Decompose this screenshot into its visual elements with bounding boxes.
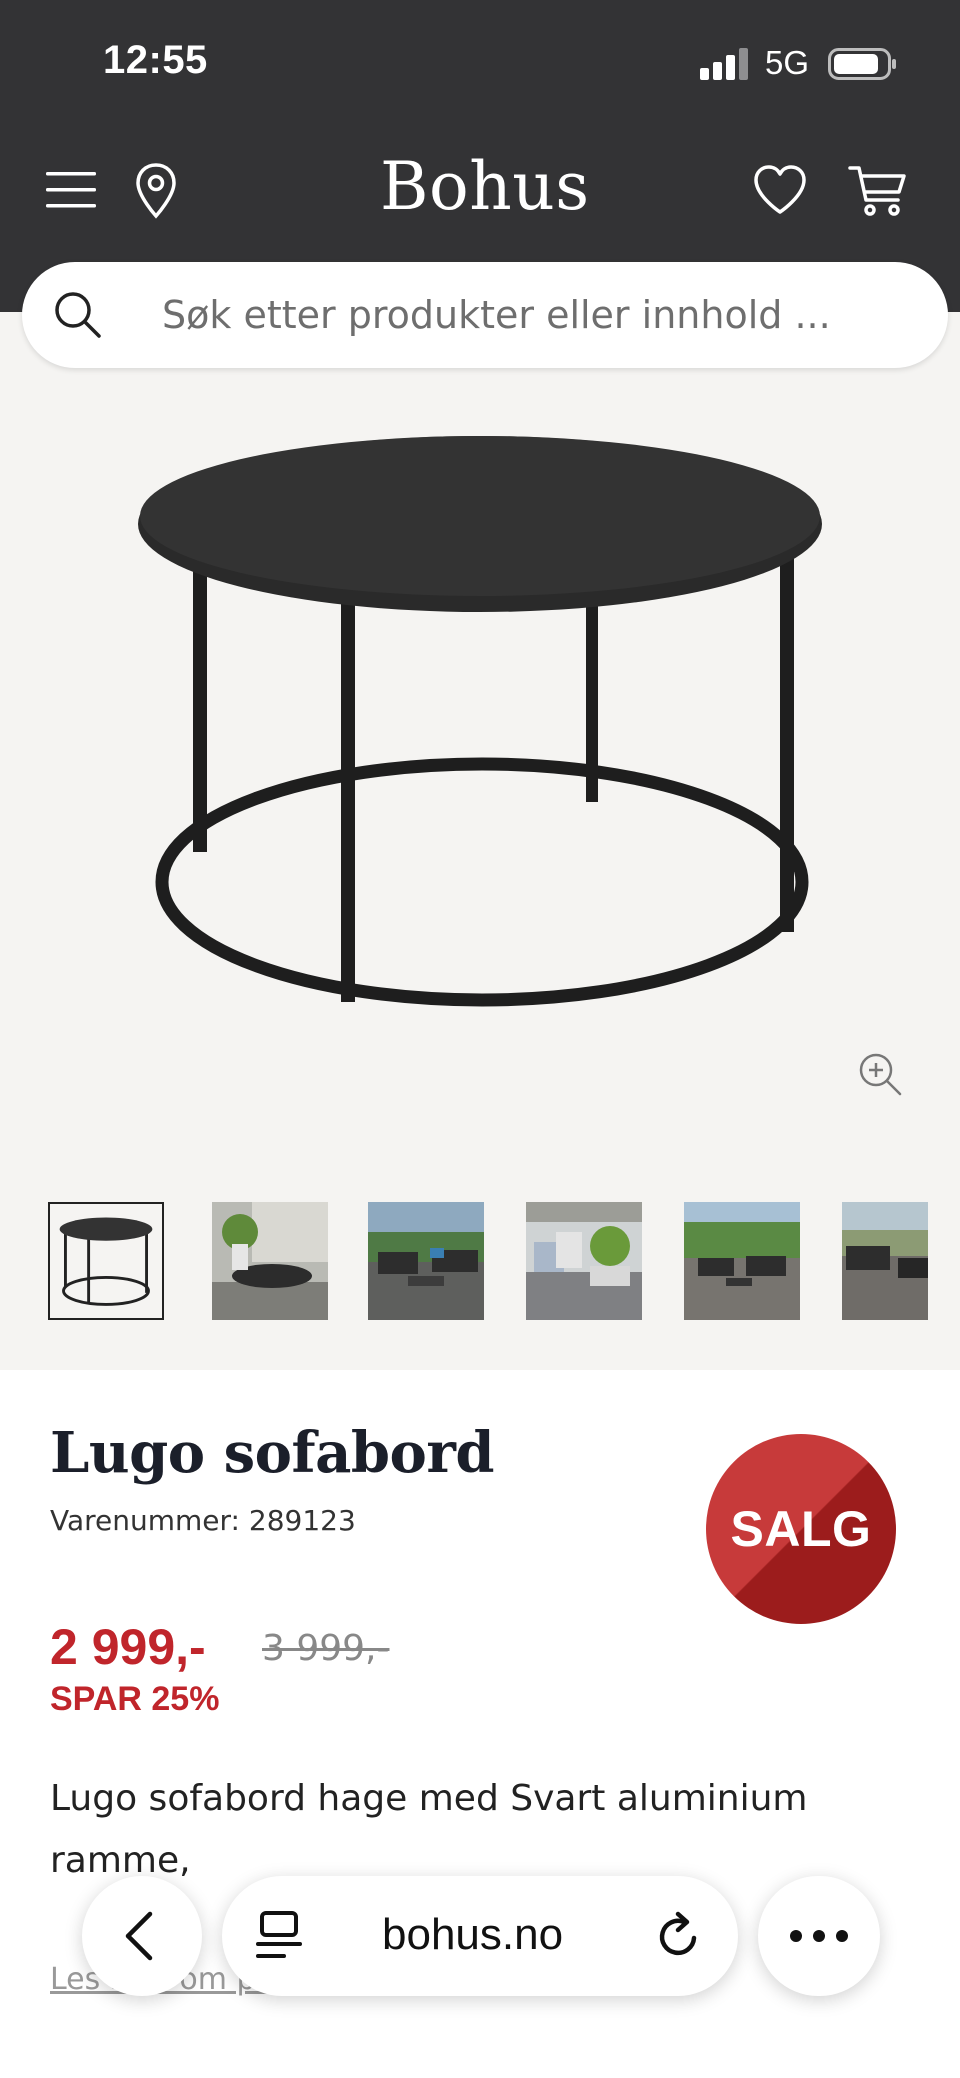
product-sku: Varenummer: 289123 xyxy=(50,1504,356,1537)
location-pin-icon[interactable] xyxy=(134,162,178,220)
reload-icon[interactable] xyxy=(654,1910,704,1962)
network-label: 5G xyxy=(765,44,810,81)
signal-icon xyxy=(700,48,748,80)
cart-icon[interactable] xyxy=(848,162,908,218)
thumbnail-4[interactable] xyxy=(526,1202,642,1320)
thumbnail-strip xyxy=(48,1202,928,1322)
search-input[interactable] xyxy=(162,262,922,368)
sale-badge: SALG xyxy=(706,1434,896,1624)
sale-badge-label: SALG xyxy=(730,1501,872,1557)
battery-icon xyxy=(828,48,896,80)
status-bar: 12:55 5G xyxy=(0,0,960,130)
product-description: Lugo sofabord hage med Svart aluminium r… xyxy=(50,1778,808,1881)
thumbnail-1[interactable] xyxy=(48,1202,164,1320)
product-title: Lugo sofabord xyxy=(50,1420,495,1486)
thumbnail-6[interactable] xyxy=(842,1202,928,1320)
browser-more-button[interactable] xyxy=(758,1876,880,1996)
thumbnail-2[interactable] xyxy=(212,1202,328,1320)
heart-icon[interactable] xyxy=(752,164,808,216)
back-icon xyxy=(125,1911,153,1961)
bohus-logo[interactable]: Bohus xyxy=(380,148,590,225)
original-price: 3 999,- xyxy=(262,1628,390,1669)
browser-url[interactable]: bohus.no xyxy=(382,1910,563,1960)
zoom-in-icon[interactable] xyxy=(856,1050,904,1098)
thumbnail-3[interactable] xyxy=(368,1202,484,1320)
search-bar[interactable] xyxy=(22,262,948,368)
browser-back-button[interactable] xyxy=(82,1876,202,1996)
product-gallery xyxy=(0,312,960,1370)
more-icon xyxy=(790,1930,848,1942)
tabs-icon[interactable] xyxy=(254,1910,304,1962)
savings-label: SPAR 25% xyxy=(50,1680,220,1718)
status-time: 12:55 xyxy=(103,38,208,82)
search-icon xyxy=(55,292,101,338)
browser-address-bar[interactable]: bohus.no xyxy=(222,1876,738,1996)
menu-icon[interactable] xyxy=(46,168,98,212)
product-image[interactable] xyxy=(130,412,830,1022)
thumbnail-5[interactable] xyxy=(684,1202,800,1320)
current-price: 2 999,- xyxy=(50,1619,206,1675)
